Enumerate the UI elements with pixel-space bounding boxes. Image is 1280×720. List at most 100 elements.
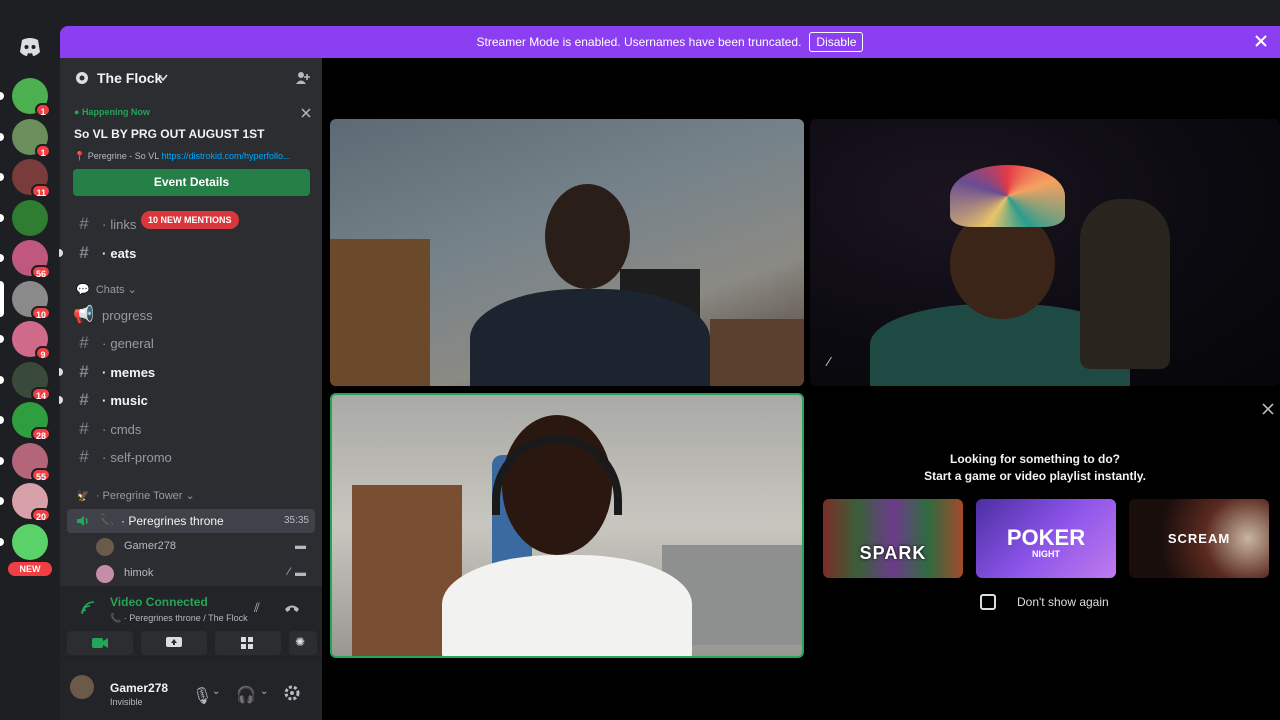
- server-icon[interactable]: 55: [12, 442, 51, 482]
- server-icon[interactable]: 9: [12, 321, 51, 360]
- avatar: [96, 565, 114, 583]
- channel-music[interactable]: # · music: [59, 388, 310, 412]
- dismiss-event-icon[interactable]: [301, 108, 311, 118]
- hash-icon: #: [79, 214, 89, 233]
- channel-self-promo[interactable]: # · self-promo: [72, 445, 310, 469]
- new-mentions-pill[interactable]: 10 NEW MENTIONS: [141, 211, 239, 229]
- server-icon[interactable]: 56: [12, 240, 51, 279]
- chevron-down-icon[interactable]: ⌄: [260, 686, 268, 697]
- signal-icon[interactable]: [80, 600, 96, 616]
- server-icon[interactable]: 11: [12, 159, 51, 198]
- phone-icon: 📞: [99, 513, 114, 527]
- person-body: [470, 289, 710, 386]
- hash-icon: #: [79, 390, 89, 409]
- new-badge[interactable]: NEW: [8, 562, 52, 576]
- server-icon[interactable]: 1: [12, 118, 51, 158]
- unread-badge: 9: [35, 346, 51, 360]
- category-chats[interactable]: 💬 Chats ⌄: [76, 283, 137, 296]
- event-details-button[interactable]: Event Details: [73, 169, 310, 196]
- channel-sidebar: The Flock ● Happening Now So VL BY PRG O…: [59, 58, 322, 720]
- hash-icon: #: [79, 362, 89, 381]
- disable-streamer-button[interactable]: Disable: [809, 32, 864, 52]
- video-tile-speaking[interactable]: [330, 393, 804, 658]
- voice-connection-panel: Video Connected 📞 · Peregrines throne / …: [60, 586, 322, 658]
- unread-badge: 28: [30, 427, 51, 441]
- unread-badge: 11: [31, 184, 51, 198]
- event-status: ● Happening Now: [74, 107, 150, 117]
- soundboard-button[interactable]: ✺: [289, 631, 317, 655]
- noise-suppression-icon[interactable]: ⫽: [254, 600, 260, 616]
- voice-channel-name: · Peregrines throne: [121, 514, 224, 528]
- server-icon[interactable]: [12, 523, 48, 560]
- screen-share-button[interactable]: [141, 631, 207, 655]
- headphones-icon[interactable]: 🎧: [236, 685, 256, 705]
- add-member-icon[interactable]: [295, 70, 311, 86]
- close-icon[interactable]: [1260, 401, 1276, 417]
- channel-general[interactable]: # · general: [72, 331, 310, 355]
- activity-card-spark[interactable]: SPARK: [823, 499, 963, 578]
- chevron-down-icon[interactable]: ⌄: [212, 686, 220, 697]
- voice-user[interactable]: himok ⁄ ▬: [96, 563, 314, 585]
- channel-cmds[interactable]: # · cmds: [72, 417, 310, 441]
- voice-status: Video Connected: [110, 595, 208, 609]
- unread-indicator: [59, 249, 63, 257]
- voice-location: 📞 · Peregrines throne / The Flock: [110, 613, 248, 623]
- server-icon[interactable]: 10: [12, 280, 51, 320]
- category-peregrine-tower[interactable]: 🦅 · Peregrine Tower ⌄: [76, 489, 195, 502]
- unread-pip: [0, 497, 4, 505]
- bucket-hat: [950, 165, 1065, 227]
- discord-logo-icon[interactable]: [18, 36, 42, 58]
- username[interactable]: Gamer278: [110, 681, 168, 695]
- streamer-mode-text: Streamer Mode is enabled. Usernames have…: [476, 35, 802, 49]
- server-icon[interactable]: 14: [12, 361, 51, 401]
- unread-badge: 56: [30, 265, 51, 279]
- person-body: [442, 555, 692, 656]
- dresser: [330, 239, 430, 386]
- channel-eats[interactable]: # · eats: [59, 241, 310, 265]
- event-link[interactable]: https://distrokid.com/hyperfollo...: [161, 151, 290, 161]
- unread-pip: [0, 537, 4, 546]
- avatar: [96, 538, 114, 556]
- camera-button[interactable]: [67, 631, 133, 655]
- server-icon[interactable]: 1: [12, 78, 51, 117]
- server-icon[interactable]: 20: [12, 483, 51, 522]
- channel-progress[interactable]: 📢 progress: [72, 303, 310, 327]
- gear-icon[interactable]: [284, 685, 300, 701]
- video-tile[interactable]: [330, 119, 804, 386]
- streamer-mode-banner: Streamer Mode is enabled. Usernames have…: [60, 26, 1280, 58]
- unread-pip: [0, 213, 4, 222]
- server-header[interactable]: The Flock: [60, 58, 322, 98]
- unread-badge: 20: [30, 508, 51, 522]
- unread-indicator: [59, 368, 63, 376]
- voice-channel-active[interactable]: 📞 · Peregrines throne 35:35: [67, 509, 315, 533]
- activity-card-poker[interactable]: POKER NIGHT: [976, 499, 1116, 578]
- server-icon[interactable]: 28: [12, 402, 51, 441]
- channel-memes[interactable]: # · memes: [59, 360, 310, 384]
- disconnect-icon[interactable]: [284, 602, 300, 614]
- chevron-down-icon: [158, 74, 168, 82]
- activities-icon: [241, 637, 253, 649]
- activities-button[interactable]: [215, 631, 281, 655]
- unread-badge: 1: [35, 103, 51, 117]
- dont-show-checkbox[interactable]: [980, 594, 996, 610]
- unread-badge: 55: [30, 467, 51, 482]
- voice-timer: 35:35: [283, 515, 309, 526]
- user-panel: Gamer278 Invisible 🎙 ⌄ 🎧 ⌄: [60, 658, 322, 720]
- prompt-subtitle: Start a game or video playlist instantly…: [924, 469, 1146, 483]
- close-icon[interactable]: [1252, 32, 1270, 50]
- unread-badge: 14: [30, 386, 51, 401]
- server-icon[interactable]: [12, 199, 48, 236]
- bed: [710, 319, 804, 386]
- unread-pip: [0, 456, 4, 465]
- voice-user[interactable]: Gamer278 ▬: [96, 536, 314, 558]
- hash-icon: #: [79, 243, 89, 262]
- avatar[interactable]: [70, 675, 94, 699]
- video-camera-icon: [92, 638, 108, 648]
- unread-badge: 10: [30, 305, 51, 320]
- activity-card-scream[interactable]: SCREAM: [1129, 499, 1269, 578]
- microphone-icon[interactable]: 🎙: [192, 686, 212, 706]
- megaphone-icon: 📢: [73, 305, 95, 324]
- server-settings-icon: [76, 72, 88, 84]
- video-tile[interactable]: ⁄: [810, 119, 1280, 386]
- unread-pip: [0, 254, 4, 262]
